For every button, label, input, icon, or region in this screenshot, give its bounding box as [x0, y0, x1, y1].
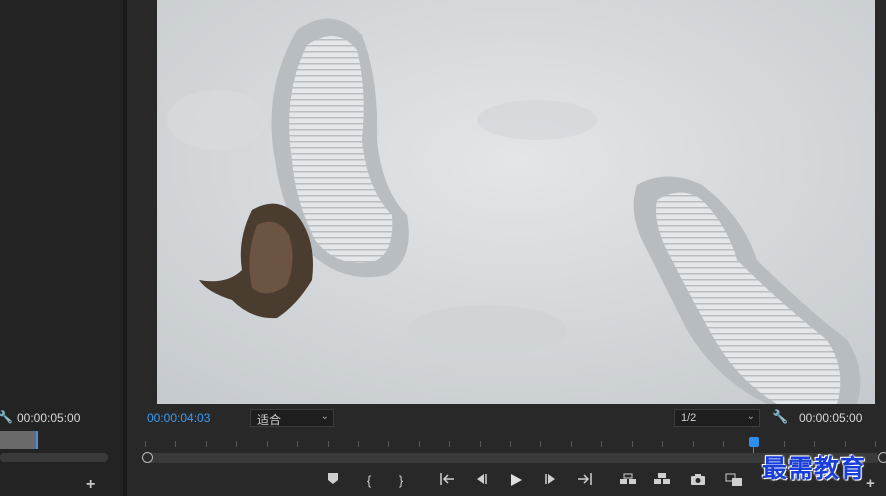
left-scrollbar[interactable] [0, 453, 108, 462]
ruler-tick [145, 441, 146, 447]
go-to-in-icon [440, 473, 454, 485]
time-ruler[interactable] [145, 437, 876, 449]
mark-out-button[interactable]: } [392, 473, 410, 489]
scrollbar-left-handle[interactable] [142, 452, 153, 463]
mark-in-button[interactable]: { [360, 473, 378, 489]
video-frame [157, 0, 875, 404]
ruler-tick [632, 441, 633, 447]
play-icon [511, 474, 522, 486]
ruler-tick [328, 441, 329, 447]
ruler-tick [449, 441, 450, 447]
ruler-tick [723, 441, 724, 447]
source-duration-timecode: 00:00:05:00 [17, 411, 81, 425]
playback-resolution-select[interactable]: 1/2 ⌄ [674, 409, 760, 427]
scrollbar-right-handle[interactable] [878, 452, 886, 463]
step-forward-icon [545, 474, 555, 484]
comparison-view-button[interactable] [725, 473, 743, 487]
ruler-tick [358, 441, 359, 447]
ruler-tick [845, 441, 846, 447]
extract-button[interactable] [653, 473, 671, 485]
zoom-fit-value: 适合 [257, 413, 282, 427]
ruler-tick [601, 441, 602, 447]
left-track-handle[interactable] [36, 431, 38, 449]
current-timecode[interactable]: 00:00:04:03 [147, 411, 210, 425]
ruler-tick [784, 441, 785, 447]
ruler-tick [236, 441, 237, 447]
ruler-tick [175, 441, 176, 447]
ruler-tick [693, 441, 694, 447]
go-to-out-icon [578, 473, 592, 485]
chevron-down-icon: ⌄ [746, 411, 755, 422]
lift-button[interactable] [619, 473, 637, 485]
ruler-tick [662, 441, 663, 447]
zoom-fit-select[interactable]: 适合 ⌄ [250, 409, 334, 427]
watermark-logo-text: 最需教育 [762, 454, 867, 483]
snow-footprints-image [157, 0, 875, 404]
ruler-tick [206, 441, 207, 447]
mark-out-icon: } [398, 473, 404, 488]
button-editor-add-icon[interactable]: + [866, 475, 875, 492]
ruler-tick [388, 441, 389, 447]
comparison-view-icon [725, 473, 742, 486]
go-to-out-button[interactable] [576, 473, 594, 485]
mark-in-icon: { [366, 473, 372, 488]
ruler-tick [480, 441, 481, 447]
go-to-in-button[interactable] [438, 473, 456, 485]
left-track-clip[interactable] [0, 431, 37, 449]
ruler-tick [875, 441, 876, 447]
wrench-icon[interactable]: 🔧 [0, 410, 13, 424]
add-marker-button[interactable] [324, 473, 342, 484]
step-forward-button[interactable] [542, 473, 560, 485]
ruler-tick [510, 441, 511, 447]
play-button[interactable] [507, 473, 525, 487]
step-back-button[interactable] [472, 473, 490, 485]
settings-wrench-icon[interactable]: 🔧 [772, 409, 788, 425]
camera-icon [691, 474, 705, 485]
marker-icon [328, 473, 338, 484]
ruler-tick [571, 441, 572, 447]
extract-icon [654, 473, 670, 484]
ruler-tick [267, 441, 268, 447]
step-back-icon [477, 474, 487, 484]
add-icon[interactable]: + [86, 476, 95, 494]
lift-icon [620, 473, 636, 484]
ruler-tick [814, 441, 815, 447]
ruler-tick [297, 441, 298, 447]
ruler-tick [419, 441, 420, 447]
resolution-value: 1/2 [681, 412, 697, 424]
export-frame-button[interactable] [689, 473, 707, 485]
chevron-down-icon: ⌄ [320, 411, 329, 422]
duration-timecode: 00:00:05:00 [799, 411, 863, 425]
ruler-tick [540, 441, 541, 447]
playhead-marker[interactable] [749, 437, 759, 447]
